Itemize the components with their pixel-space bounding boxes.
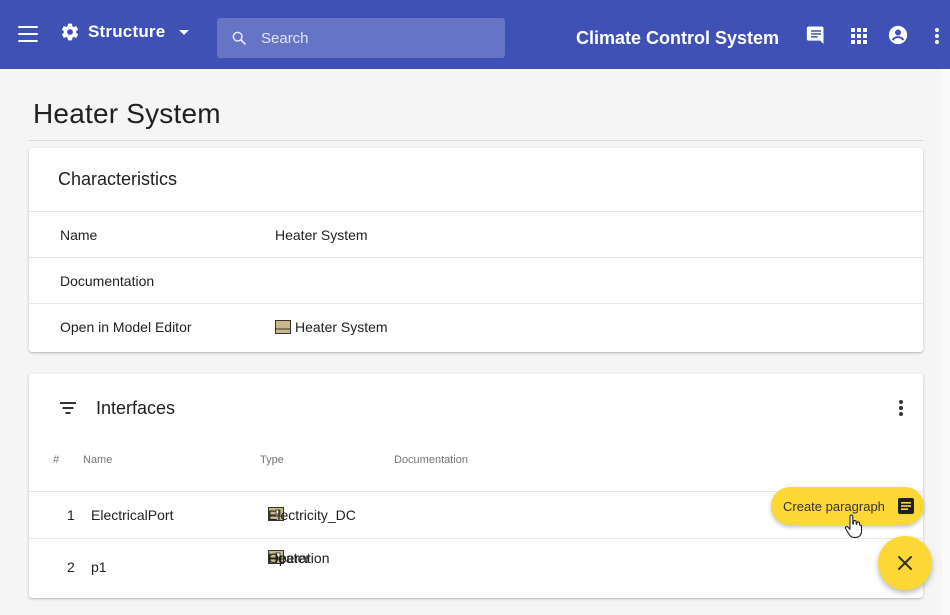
- filter-icon[interactable]: [59, 401, 77, 415]
- close-icon: [898, 556, 912, 570]
- title-divider: [29, 140, 923, 141]
- page-title: Heater System: [33, 98, 221, 129]
- row-name: p1: [91, 559, 107, 575]
- paragraph-icon: [898, 498, 914, 514]
- column-header-index[interactable]: #: [53, 454, 59, 466]
- characteristic-value-text: Heater System: [275, 226, 368, 243]
- app-title: Climate Control System: [576, 28, 780, 48]
- hand-cursor-icon: [844, 514, 863, 538]
- search-input[interactable]: [261, 29, 501, 47]
- create-paragraph-label: Create paragraph: [783, 498, 885, 514]
- gear-icon: [61, 23, 79, 41]
- apps-grid-icon[interactable]: [850, 27, 868, 45]
- menu-icon[interactable]: [18, 26, 38, 42]
- close-fab-button[interactable]: [878, 536, 932, 590]
- comment-icon[interactable]: [806, 24, 826, 44]
- row-index: 2: [67, 559, 75, 575]
- more-vertical-icon[interactable]: [934, 27, 940, 45]
- characteristic-key: Open in Model Editor: [60, 319, 192, 335]
- model-element-icon: [275, 320, 291, 334]
- characteristic-key: Name: [60, 226, 98, 243]
- characteristics-card: Characteristics Name Heater System Docum…: [29, 148, 923, 352]
- row-type-text-line2: Operation: [268, 550, 330, 566]
- column-header-name[interactable]: Name: [83, 454, 112, 466]
- open-in-model-editor-link[interactable]: Heater System: [275, 319, 388, 335]
- interfaces-card: Interfaces # Name Type Documentation 1 E…: [29, 374, 923, 598]
- search-icon: [232, 31, 246, 45]
- row-type[interactable]: Electricity_DC: [268, 505, 356, 523]
- interfaces-header: Interfaces: [29, 374, 923, 442]
- app-bar: Structure Climate Control System: [0, 0, 950, 69]
- search-box[interactable]: [217, 18, 505, 58]
- characteristic-row-open-in-editor: Open in Model Editor Heater System: [29, 304, 923, 350]
- column-header-type[interactable]: Type: [260, 454, 284, 466]
- structure-label: Structure: [88, 22, 166, 41]
- account-circle-icon[interactable]: [888, 25, 908, 45]
- row-type-text: Electricity_DC: [268, 507, 356, 523]
- more-vertical-icon[interactable]: [899, 400, 903, 418]
- characteristic-row-documentation: Documentation: [29, 258, 923, 304]
- column-header-documentation[interactable]: Documentation: [394, 454, 468, 466]
- interfaces-heading: Interfaces: [96, 397, 176, 418]
- structure-dropdown[interactable]: Structure: [60, 22, 190, 42]
- chevron-down-icon: [179, 29, 190, 35]
- row-name: ElectricalPort: [91, 507, 174, 523]
- row-index: 1: [67, 507, 75, 523]
- characteristic-value: Heater System: [275, 227, 368, 243]
- characteristics-heading: Characteristics: [29, 148, 923, 212]
- model-editor-link-text: Heater System: [295, 319, 388, 335]
- characteristic-row-name: Name Heater System: [29, 212, 923, 258]
- table-row[interactable]: 2 p1 Heater Operation: [29, 538, 923, 598]
- scrollbar-track[interactable]: [942, 69, 950, 615]
- characteristic-key: Documentation: [60, 272, 155, 289]
